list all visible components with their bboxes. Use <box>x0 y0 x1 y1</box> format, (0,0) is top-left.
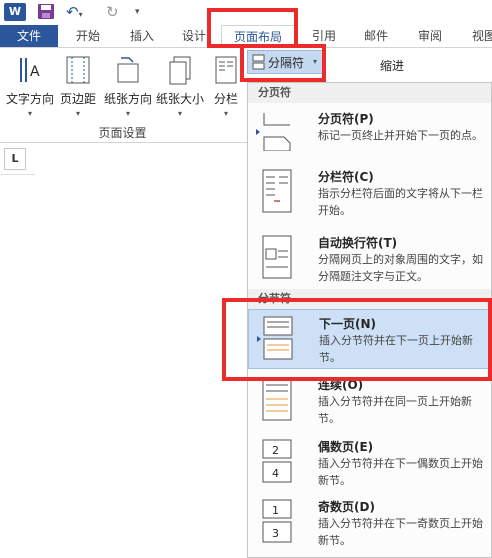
text-direction-button[interactable]: A 文字方向 ▾ <box>4 54 56 124</box>
columns-button[interactable]: 分栏 ▾ <box>208 54 244 124</box>
menu-item-description: 指示分栏符后面的文字将从下一栏开始。 <box>318 187 483 217</box>
menu-item-title: 分栏符(C) <box>318 170 374 184</box>
orientation-label: 纸张方向 <box>103 92 152 106</box>
page-break-icon <box>262 111 292 152</box>
group-page-setup-label: 页面设置 <box>98 126 147 140</box>
chevron-down-icon: ▾ <box>125 109 130 118</box>
paper-size-icon <box>165 54 195 86</box>
submenu-marker <box>256 129 260 135</box>
menu-item-description: 分隔网页上的对象周围的文字，如分隔题注文字与正文。 <box>318 253 483 283</box>
chevron-down-icon: ▾ <box>75 109 80 118</box>
text-direction-label: 文字方向 <box>5 92 54 106</box>
menu-item-title: 偶数页(E) <box>318 440 374 454</box>
menu-item-title: 奇数页(D) <box>318 500 375 514</box>
margins-label: 页边距 <box>59 92 96 106</box>
tab-file[interactable]: 文件 <box>0 25 58 47</box>
divider <box>0 174 35 175</box>
section-header-page-breaks: 分页符 <box>248 83 491 103</box>
columns-label: 分栏 <box>213 92 238 106</box>
word-app-icon[interactable]: W <box>4 3 26 21</box>
menu-item-description: 插入分节符并在下一奇数页上开始新节。 <box>318 517 483 547</box>
columns-icon <box>211 54 241 86</box>
odd-page-section-icon: 13 <box>262 499 292 543</box>
margins-icon <box>63 54 93 86</box>
customize-qat-icon[interactable]: ▾ <box>135 3 147 21</box>
undo-icon[interactable]: ↶▾ <box>66 3 94 21</box>
size-label: 纸张大小 <box>155 92 204 106</box>
orientation-icon <box>113 54 143 86</box>
menu-item-page-break[interactable]: 分页符(P) 标记一页终止并开始下一页的点。 <box>248 105 491 161</box>
annotation-box-layout-tab <box>207 8 298 48</box>
annotation-box-breaks-button <box>240 44 326 82</box>
redo-icon[interactable]: ↻ <box>106 3 124 21</box>
column-break-icon <box>262 169 292 213</box>
menu-item-title: 分页符(P) <box>318 112 374 126</box>
tab-review[interactable]: 审阅 <box>408 25 452 47</box>
tab-view[interactable]: 视图 <box>462 25 492 47</box>
margins-button[interactable]: 页边距 ▾ <box>58 54 98 124</box>
svg-text:2: 2 <box>272 444 279 457</box>
even-page-section-icon: 24 <box>262 439 292 483</box>
menu-item-description: 插入分节符并在同一页上开始新节。 <box>318 395 472 425</box>
menu-item-title: 自动换行符(T) <box>318 236 398 250</box>
tab-mailings[interactable]: 邮件 <box>354 25 398 47</box>
svg-text:1: 1 <box>272 504 279 517</box>
text-wrapping-break-icon <box>262 235 292 279</box>
tab-stop-selector[interactable]: L <box>4 148 26 170</box>
menu-item-text-wrapping-break[interactable]: 自动换行符(T) 分隔网页上的对象周围的文字，如分隔题注文字与正文。 <box>248 229 491 289</box>
indent-label: 缩进 <box>380 59 405 73</box>
save-icon[interactable] <box>37 3 55 20</box>
svg-text:3: 3 <box>272 527 279 540</box>
svg-text:A: A <box>30 64 40 80</box>
text-direction-icon: A <box>15 54 45 86</box>
orientation-button[interactable]: 纸张方向 ▾ <box>102 54 154 124</box>
chevron-down-icon: ▾ <box>223 109 228 118</box>
tab-home[interactable]: 开始 <box>66 25 110 47</box>
menu-item-column-break[interactable]: 分栏符(C) 指示分栏符后面的文字将从下一栏开始。 <box>248 163 491 227</box>
menu-item-description: 插入分节符并在下一偶数页上开始新节。 <box>318 457 483 487</box>
menu-item-odd-page[interactable]: 13 奇数页(D) 插入分节符并在下一奇数页上开始新节。 <box>248 493 491 555</box>
chevron-down-icon: ▾ <box>177 109 182 118</box>
chevron-down-icon: ▾ <box>27 109 32 118</box>
menu-item-even-page[interactable]: 24 偶数页(E) 插入分节符并在下一偶数页上开始新节。 <box>248 433 491 493</box>
tab-insert[interactable]: 插入 <box>120 25 164 47</box>
size-button[interactable]: 纸张大小 ▾ <box>154 54 206 124</box>
menu-item-description: 标记一页终止并开始下一页的点。 <box>318 129 483 142</box>
continuous-section-icon <box>262 377 292 421</box>
annotation-box-next-page <box>222 298 492 381</box>
svg-text:4: 4 <box>272 467 279 480</box>
